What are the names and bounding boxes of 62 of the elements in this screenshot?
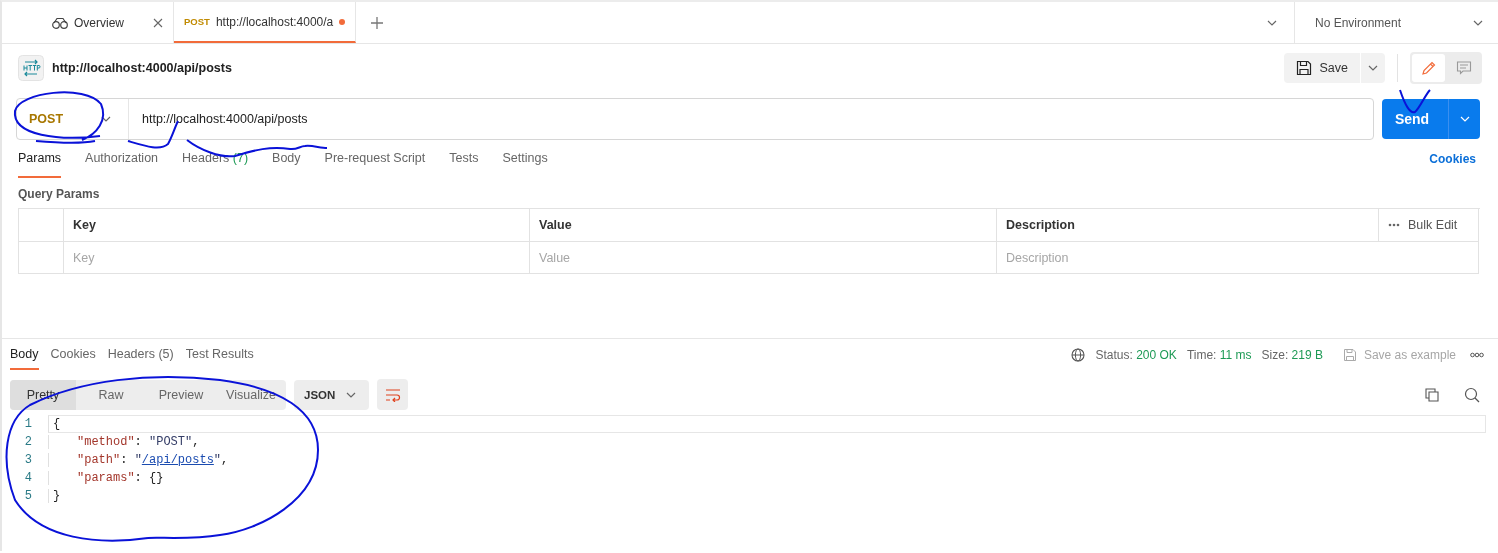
table-input[interactable]: Key — [73, 250, 520, 265]
ink-stroke — [1399, 89, 1431, 114]
code-line: "params": {} — [48, 471, 164, 485]
comment-icon — [1455, 60, 1472, 76]
save-button[interactable]: Save — [1283, 53, 1360, 83]
line-number: 4 — [23, 471, 33, 485]
request-title: http://localhost:4000/api/posts — [52, 61, 232, 75]
code-line: } — [48, 489, 61, 503]
table-input[interactable]: Description — [1006, 250, 1469, 265]
wrap-lines-icon — [384, 387, 401, 402]
bulk-edit-link[interactable]: Bulk Edit — [1408, 218, 1458, 232]
more-icon[interactable] — [1388, 223, 1400, 227]
column-header: Key — [64, 209, 530, 242]
section-heading: Query Params — [17, 186, 101, 203]
method-label: POST — [184, 16, 210, 27]
section-tab[interactable]: Pre-request Script — [324, 140, 426, 178]
tab-label: http://localhost:4000/a — [215, 14, 334, 29]
line-number: 5 — [23, 489, 33, 503]
section-tab[interactable]: Body — [272, 140, 301, 178]
response-stat: Status: 200 OK — [1095, 346, 1177, 364]
view-tab[interactable]: Preview — [146, 379, 216, 410]
edit-button[interactable] — [1412, 54, 1445, 82]
line-number: 2 — [23, 435, 33, 449]
section-tab[interactable]: Body — [10, 339, 39, 370]
binoculars-icon — [52, 16, 68, 29]
line-number: 3 — [23, 453, 33, 467]
view-tab[interactable]: Visualize — [216, 379, 286, 410]
line-number: 1 — [23, 417, 33, 431]
save-icon — [1295, 60, 1312, 76]
plus-icon[interactable] — [370, 15, 385, 30]
format-select[interactable]: JSON — [294, 379, 370, 410]
wrap-lines-button[interactable] — [377, 379, 409, 410]
search-icon[interactable] — [1464, 386, 1480, 403]
save-icon — [1342, 347, 1357, 362]
tab-label: Overview — [74, 15, 124, 30]
section-tab[interactable]: Cookies — [50, 339, 96, 370]
section-tab[interactable]: Test Results — [185, 339, 254, 370]
environment-select[interactable]: No Environment — [1294, 2, 1498, 43]
cookies-link[interactable]: Cookies — [1429, 140, 1476, 178]
pencil-icon — [1420, 60, 1437, 76]
code-line: "path": "/api/posts", — [48, 453, 229, 467]
column-header: Value — [530, 209, 997, 242]
url-field[interactable]: http://localhost:4000/api/posts — [129, 112, 308, 126]
globe-icon — [1071, 347, 1086, 362]
more-icon[interactable] — [1470, 351, 1484, 358]
section-tab[interactable]: Authorization — [85, 140, 159, 178]
http-icon — [18, 55, 44, 81]
request-tab[interactable]: Overview — [42, 2, 174, 43]
code-line: "method": "POST", — [48, 435, 200, 449]
column-header: Description — [997, 209, 1379, 242]
section-tab[interactable]: Tests — [449, 140, 479, 178]
response-stat: Size: 219 B — [1261, 346, 1323, 364]
copy-icon[interactable] — [1424, 386, 1440, 403]
view-tab[interactable]: Raw — [76, 379, 146, 410]
section-tab[interactable]: Settings — [502, 140, 548, 178]
section-tab[interactable]: Headers (5) — [107, 339, 174, 370]
response-stat: Time: 11 ms — [1186, 346, 1252, 364]
method-select[interactable]: POST — [17, 99, 129, 139]
section-tab[interactable]: Params — [18, 140, 62, 178]
request-tab[interactable]: POST http://localhost:4000/a — [174, 2, 357, 43]
close-icon[interactable] — [153, 17, 163, 28]
table-input[interactable]: Value — [539, 250, 987, 265]
